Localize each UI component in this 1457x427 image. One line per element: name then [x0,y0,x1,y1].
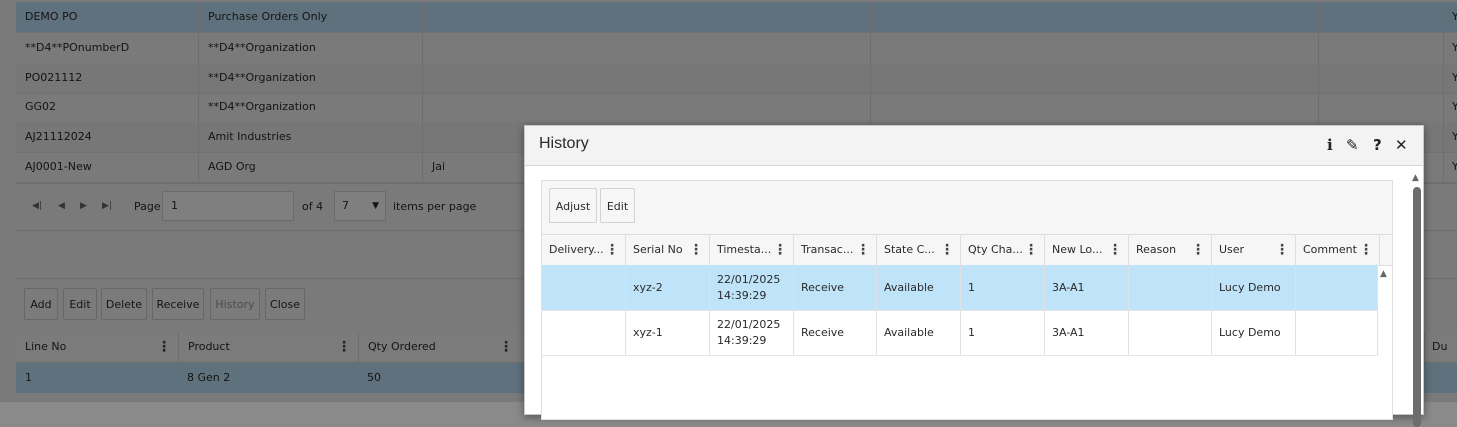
edit-button[interactable]: Edit [600,188,635,223]
column-header-timestamp[interactable]: Timesta... ⋮ [710,235,794,265]
location-cell: 3A-A1 [1045,310,1129,355]
reason-cell [1129,310,1212,355]
scroll-up-icon[interactable]: ▲ [1412,173,1419,183]
column-header-serial-no[interactable]: Serial No ⋮ [626,235,710,265]
header-label: User [1219,243,1245,256]
column-menu-icon[interactable]: ⋮ [1191,235,1205,265]
header-label: Timesta... [717,243,772,256]
user-cell: Lucy Demo [1212,310,1296,355]
qty-change-cell: 1 [961,310,1045,355]
column-header-reason[interactable]: Reason ⋮ [1129,235,1212,265]
column-menu-icon[interactable]: ⋮ [605,235,619,265]
header-label: Delivery... [549,243,604,256]
qty-change-cell: 1 [961,265,1045,310]
column-header-comment[interactable]: Comment ⋮ [1296,235,1380,265]
location-cell: 3A-A1 [1045,265,1129,310]
header-label: State C... [884,243,935,256]
serial-cell: xyz-1 [626,310,710,355]
state-cell: Available [877,265,961,310]
dialog-scrollbar[interactable]: ▲ [1411,171,1423,427]
grid-scroll-up-icon[interactable]: ▲ [1380,269,1387,279]
history-grid-header: Delivery... ⋮ Serial No ⋮ Timesta... ⋮ Tran… [542,234,1392,266]
header-label: Transac... [801,243,854,256]
column-menu-icon[interactable]: ⋮ [1359,235,1373,265]
dialog-title: History [539,135,589,152]
history-grid: Adjust Edit Delivery... ⋮ Serial No ⋮ Time… [541,180,1393,420]
timestamp-cell: 22/01/2025 14:39:29 [710,310,794,355]
pencil-icon[interactable]: ✎ [1346,136,1359,154]
delivery-cell [542,310,626,355]
transaction-cell: Receive [794,265,877,310]
column-header-qty-change[interactable]: Qty Cha... ⋮ [961,235,1045,265]
table-row[interactable]: xyz-2 22/01/2025 14:39:29 Receive Availa… [542,265,1378,311]
table-row[interactable]: xyz-1 22/01/2025 14:39:29 Receive Availa… [542,310,1378,356]
info-icon[interactable]: i [1327,136,1333,154]
header-label: Qty Cha... [968,243,1023,256]
comment-cell [1296,265,1378,310]
history-dialog: History i ✎ ? ✕ Adjust Edit Delivery... ⋮… [524,125,1424,427]
column-menu-icon[interactable]: ⋮ [773,235,787,265]
column-menu-icon[interactable]: ⋮ [940,235,954,265]
transaction-cell: Receive [794,310,877,355]
close-icon[interactable]: ✕ [1395,136,1408,154]
user-cell: Lucy Demo [1212,265,1296,310]
column-header-state[interactable]: State C... ⋮ [877,235,961,265]
column-header-new-location[interactable]: New Lo... ⋮ [1045,235,1129,265]
column-menu-icon[interactable]: ⋮ [856,235,870,265]
column-header-user[interactable]: User ⋮ [1212,235,1296,265]
dialog-header: History i ✎ ? ✕ [525,126,1423,166]
column-header-transaction[interactable]: Transac... ⋮ [794,235,877,265]
column-header-delivery[interactable]: Delivery... ⋮ [542,235,626,265]
header-label: Serial No [633,243,683,256]
scrollbar-thumb[interactable] [1413,187,1421,427]
timestamp-cell: 22/01/2025 14:39:29 [710,265,794,310]
header-label: Reason [1136,243,1177,256]
header-label: Comment [1303,243,1357,256]
state-cell: Available [877,310,961,355]
comment-cell [1296,310,1378,355]
history-toolbar: Adjust Edit [542,181,1392,234]
column-menu-icon[interactable]: ⋮ [1024,235,1038,265]
serial-cell: xyz-2 [626,265,710,310]
adjust-button[interactable]: Adjust [549,188,597,223]
reason-cell [1129,265,1212,310]
help-icon[interactable]: ? [1373,136,1382,154]
column-menu-icon[interactable]: ⋮ [1275,235,1289,265]
column-menu-icon[interactable]: ⋮ [1108,235,1122,265]
delivery-cell [542,265,626,310]
column-menu-icon[interactable]: ⋮ [689,235,703,265]
header-label: New Lo... [1052,243,1103,256]
